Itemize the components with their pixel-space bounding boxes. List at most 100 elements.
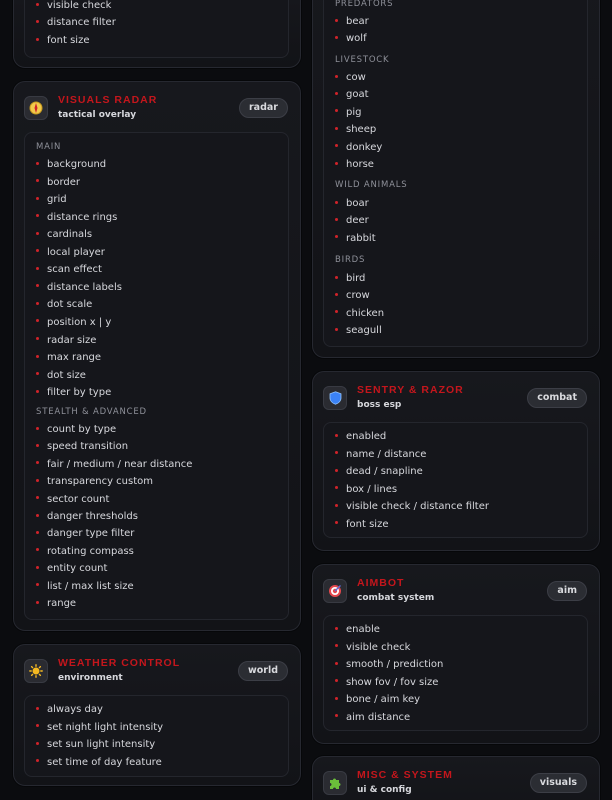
list-item[interactable]: danger type filter (36, 527, 134, 541)
list-item[interactable]: smooth / prediction (335, 658, 443, 672)
list-item-label: enabled (346, 431, 387, 442)
list-item[interactable]: dot scale (36, 298, 92, 312)
aim-tag-button[interactable]: aim (547, 581, 587, 601)
list-item[interactable]: crow (335, 289, 370, 303)
list-item[interactable]: dead / snapline (335, 465, 423, 479)
list-item[interactable]: cardinals (36, 228, 92, 242)
bullet-dot (36, 583, 39, 587)
world-tag-button[interactable]: world (237, 661, 288, 681)
list-item[interactable]: rabbit (335, 232, 376, 246)
list-item[interactable]: dot size (36, 369, 86, 383)
list-item[interactable]: radar size (36, 334, 96, 348)
list-item[interactable]: bone / aim key (335, 693, 420, 707)
list-item[interactable]: cow (335, 71, 366, 85)
list-item[interactable]: box / lines (335, 483, 397, 497)
list-item[interactable]: deer (335, 214, 369, 228)
list-item-label: font size (346, 518, 389, 530)
list-item[interactable]: local player (36, 246, 105, 260)
list-item[interactable]: distance rings (36, 211, 117, 225)
list-item[interactable]: visible check / distance filter (335, 500, 489, 514)
list-item-label: show fov / fov size (346, 676, 439, 688)
list-item-label: count by type (47, 424, 117, 435)
bullet-dot (36, 600, 39, 604)
bullet-dot (335, 626, 338, 630)
list-item[interactable]: pig (335, 106, 361, 120)
list-item[interactable]: distance labels (36, 281, 122, 295)
list-item-label: speed transition (47, 441, 129, 453)
list-item[interactable]: seagull (335, 324, 382, 338)
list-item[interactable]: count by type (36, 423, 116, 437)
list-item[interactable]: bird (335, 272, 365, 286)
list-item[interactable]: entity count (36, 562, 107, 576)
list-item-label: donkey (346, 141, 383, 153)
list-item[interactable]: position x | y (36, 316, 111, 330)
list-item-label: rabbit (346, 232, 376, 244)
card-title: WEATHER CONTROL (58, 657, 181, 669)
list-item[interactable]: set sun light intensity (36, 738, 155, 752)
list-item[interactable]: goat (335, 88, 369, 102)
list-item[interactable]: background (36, 158, 106, 172)
bullet-dot (36, 443, 39, 447)
radar-tag-button[interactable]: radar (239, 98, 288, 118)
list-item-label: background (47, 159, 107, 170)
list-item[interactable]: set night light intensity (36, 721, 163, 735)
list-item[interactable]: fair / medium / near distance (36, 458, 192, 472)
bullet-dot (335, 275, 338, 279)
list-item[interactable]: filter by type (36, 386, 111, 400)
list-item-label: danger thresholds (47, 511, 138, 522)
list-item[interactable]: enabled (335, 430, 386, 444)
list-item[interactable]: font size (335, 518, 388, 532)
list-item[interactable]: enable (335, 623, 380, 637)
list-item-label: horse (346, 159, 374, 170)
list-item[interactable]: bear (335, 15, 369, 29)
list-item[interactable]: horse (335, 158, 374, 172)
list-item-label: boar (346, 198, 369, 209)
list-item-label: smooth / prediction (346, 659, 444, 670)
bullet-dot (36, 496, 39, 500)
list-item[interactable]: boar (335, 197, 369, 211)
list-item[interactable]: name / distance (335, 448, 426, 462)
bullet-dot (36, 706, 39, 710)
list-item[interactable]: font size (36, 34, 89, 48)
list-item[interactable]: visible check (335, 641, 410, 655)
combat-tag-button[interactable]: combat (527, 388, 587, 408)
visuals-tag-button[interactable]: visuals (529, 773, 587, 793)
list-item[interactable]: aim distance (335, 711, 410, 725)
list-item[interactable]: grid (36, 193, 67, 207)
list-item[interactable]: scan effect (36, 263, 102, 277)
bullet-dot (36, 37, 39, 41)
list-item[interactable]: rotating compass (36, 545, 134, 559)
list-item[interactable]: max range (36, 351, 101, 365)
bullet-dot (335, 35, 338, 39)
list-item[interactable]: speed transition (36, 440, 128, 454)
list-item[interactable]: danger thresholds (36, 510, 138, 524)
bullet-dot (36, 426, 39, 430)
list-item[interactable]: wolf (335, 32, 367, 46)
list-item[interactable]: distance filter (36, 16, 116, 30)
card-subtitle: combat system (357, 593, 435, 603)
list-item-label: always day (47, 704, 103, 715)
list-item-label: cardinals (47, 229, 93, 241)
bullet-dot (335, 292, 338, 296)
list-item[interactable]: list / max list size (36, 580, 134, 594)
list-item[interactable]: border (36, 176, 80, 190)
target-icon (323, 579, 347, 603)
compass-icon (24, 96, 48, 120)
bullet-dot (36, 301, 39, 305)
list-item-label: chicken (346, 307, 385, 319)
list-item-label: set night light intensity (47, 721, 164, 733)
list-item[interactable]: transparency custom (36, 475, 153, 489)
list-item[interactable]: set time of day feature (36, 756, 162, 770)
card-header: VISUALS RADAR tactical overlay radar (24, 94, 288, 124)
list-item[interactable]: sheep (335, 123, 376, 137)
list-item[interactable]: visible check (36, 0, 111, 13)
list-item[interactable]: always day (36, 703, 103, 717)
list-item[interactable]: sector count (36, 493, 109, 507)
list-item[interactable]: chicken (335, 307, 384, 321)
list-item[interactable]: show fov / fov size (335, 676, 438, 690)
list-item[interactable]: range (36, 597, 76, 611)
list-item-label: bone / aim key (346, 694, 421, 705)
list-item-label: grid (47, 194, 67, 206)
bullet-dot (335, 451, 338, 454)
list-item[interactable]: donkey (335, 141, 382, 155)
